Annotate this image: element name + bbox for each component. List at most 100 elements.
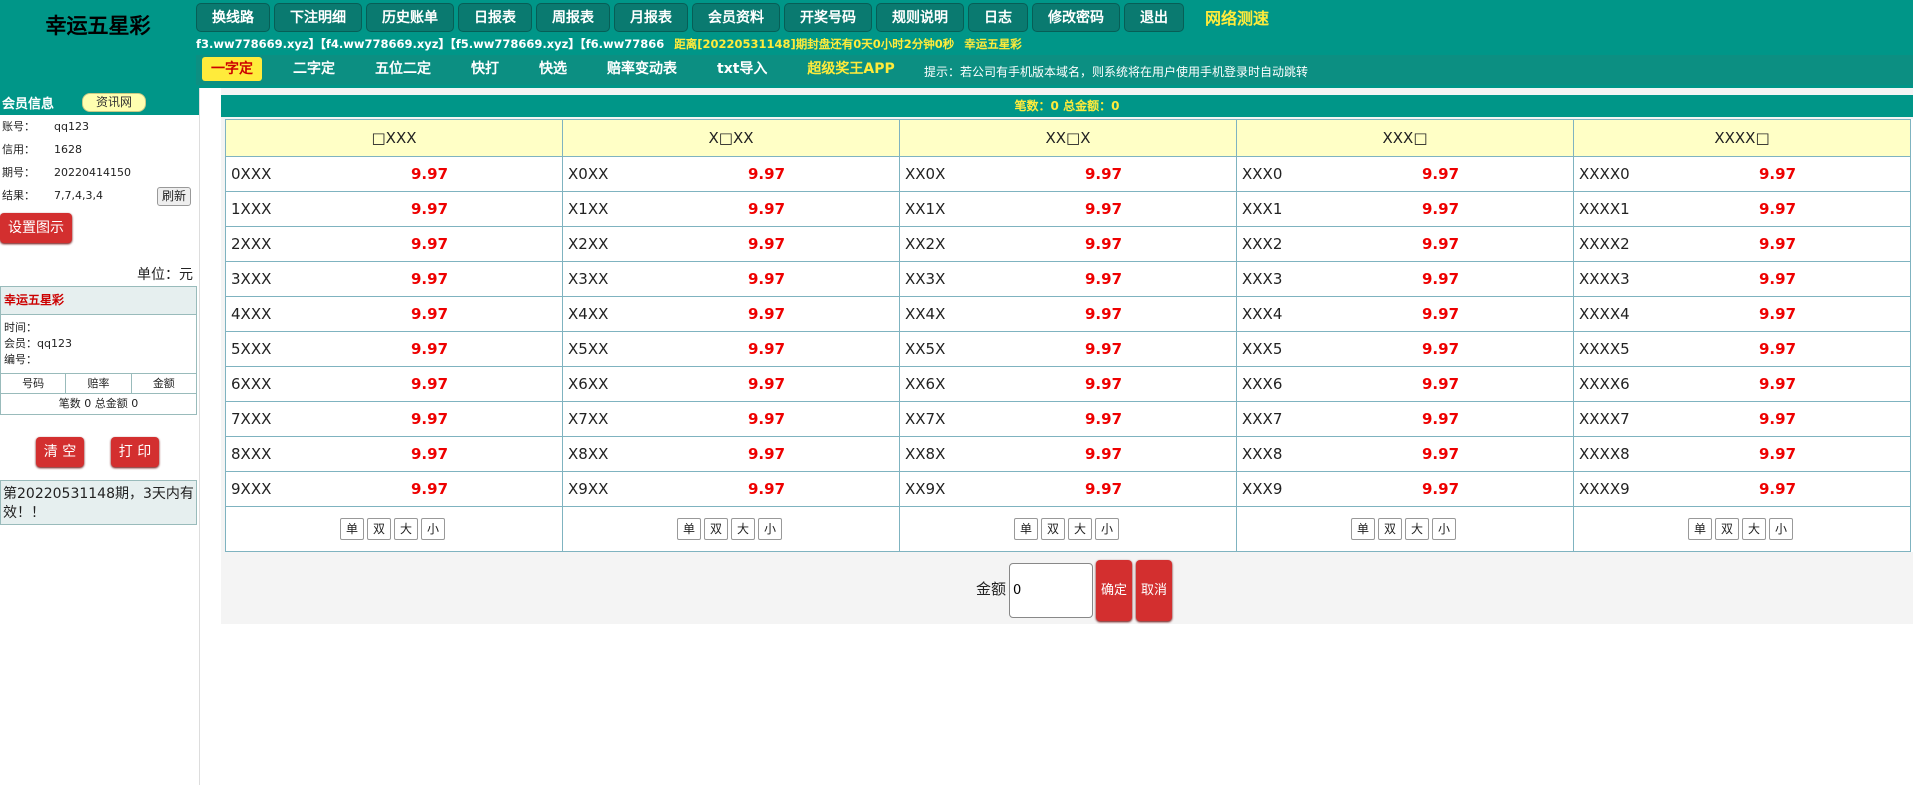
quick-odd-button[interactable]: 单 [677, 518, 701, 540]
bet-cell[interactable]: XXX2 9.97 [1237, 227, 1573, 262]
quick-odd-button[interactable]: 单 [1688, 518, 1712, 540]
bet-cell[interactable]: X8XX 9.97 [563, 437, 899, 472]
quick-small-button[interactable]: 小 [1432, 518, 1456, 540]
refresh-button[interactable]: 刷新 [157, 187, 192, 206]
confirm-button[interactable]: 确定 [1096, 560, 1132, 621]
quick-even-button[interactable]: 双 [1041, 518, 1065, 540]
speed-test-link[interactable]: 网络测速 [1205, 5, 1269, 29]
bet-cell[interactable]: X0XX 9.97 [563, 157, 899, 192]
tab-quick-bet[interactable]: 快打 [462, 57, 508, 81]
print-button[interactable]: 打 印 [111, 437, 159, 467]
bet-cell[interactable]: XXXX3 9.97 [1574, 262, 1910, 297]
bet-cell[interactable]: XXX1 9.97 [1237, 192, 1573, 227]
clear-button[interactable]: 清 空 [36, 437, 84, 467]
bet-cell[interactable]: 2XXX 9.97 [226, 227, 562, 262]
bet-cell[interactable]: 1XXX 9.97 [226, 192, 562, 227]
bet-cell[interactable]: XX4X 9.97 [900, 297, 1236, 332]
bet-cell[interactable]: XXX0 9.97 [1237, 157, 1573, 192]
bet-cell[interactable]: XXXX2 9.97 [1574, 227, 1910, 262]
settings-legend-button[interactable]: 设置图示 [0, 213, 72, 243]
nav-draw-numbers-button[interactable]: 开奖号码 [784, 3, 872, 32]
bet-cell[interactable]: XXXX4 9.97 [1574, 297, 1910, 332]
tab-two-digit[interactable]: 二字定 [284, 57, 344, 81]
tab-one-digit[interactable]: 一字定 [202, 57, 262, 81]
bet-cell[interactable]: XXX9 9.97 [1237, 472, 1573, 507]
nav-history-bill-button[interactable]: 历史账单 [366, 3, 454, 32]
bet-cell[interactable]: XXX7 9.97 [1237, 402, 1573, 437]
bet-cell[interactable]: X5XX 9.97 [563, 332, 899, 367]
bet-cell[interactable]: XX1X 9.97 [900, 192, 1236, 227]
nav-switch-line-button[interactable]: 换线路 [196, 3, 270, 32]
bet-cell[interactable]: XXX4 9.97 [1237, 297, 1573, 332]
bet-cell[interactable]: XXXX7 9.97 [1574, 402, 1910, 437]
bet-cell[interactable]: XX7X 9.97 [900, 402, 1236, 437]
bet-cell[interactable]: 6XXX 9.97 [226, 367, 562, 402]
bet-cell[interactable]: X4XX 9.97 [563, 297, 899, 332]
quick-small-button[interactable]: 小 [1769, 518, 1793, 540]
bet-cell[interactable]: XXXX8 9.97 [1574, 437, 1910, 472]
quick-big-button[interactable]: 大 [1405, 518, 1429, 540]
bet-cell[interactable]: X3XX 9.97 [563, 262, 899, 297]
quick-even-button[interactable]: 双 [704, 518, 728, 540]
bet-cell[interactable]: X9XX 9.97 [563, 472, 899, 507]
quick-odd-button[interactable]: 单 [1351, 518, 1375, 540]
bet-cell[interactable]: XXXX5 9.97 [1574, 332, 1910, 367]
quick-small-button[interactable]: 小 [1095, 518, 1119, 540]
bet-cell[interactable]: XXX5 9.97 [1237, 332, 1573, 367]
nav-weekly-report-button[interactable]: 周报表 [536, 3, 610, 32]
tab-odds-changes[interactable]: 赔率变动表 [598, 57, 686, 81]
bet-cell[interactable]: 4XXX 9.97 [226, 297, 562, 332]
nav-daily-report-button[interactable]: 日报表 [458, 3, 532, 32]
bet-cell[interactable]: XX8X 9.97 [900, 437, 1236, 472]
bet-cell[interactable]: X2XX 9.97 [563, 227, 899, 262]
bet-cell[interactable]: 9XXX 9.97 [226, 472, 562, 507]
amount-input[interactable] [1009, 563, 1093, 618]
cancel-button[interactable]: 取消 [1136, 560, 1172, 621]
quick-big-button[interactable]: 大 [394, 518, 418, 540]
nav-member-profile-button[interactable]: 会员资料 [692, 3, 780, 32]
nav-monthly-report-button[interactable]: 月报表 [614, 3, 688, 32]
quick-odd-button[interactable]: 单 [340, 518, 364, 540]
tab-super-app[interactable]: 超级奖王APP [798, 57, 903, 81]
bet-cell[interactable]: XX2X 9.97 [900, 227, 1236, 262]
info-site-button[interactable]: 资讯网 [82, 93, 147, 112]
quick-small-button[interactable]: 小 [758, 518, 782, 540]
quick-even-button[interactable]: 双 [1378, 518, 1402, 540]
bet-cell[interactable]: XX5X 9.97 [900, 332, 1236, 367]
quick-big-button[interactable]: 大 [731, 518, 755, 540]
nav-log-button[interactable]: 日志 [968, 3, 1028, 32]
nav-rules-button[interactable]: 规则说明 [876, 3, 964, 32]
nav-bet-details-button[interactable]: 下注明细 [274, 3, 362, 32]
bet-cell[interactable]: XX6X 9.97 [900, 367, 1236, 402]
bet-cell[interactable]: XXXX1 9.97 [1574, 192, 1910, 227]
quick-small-button[interactable]: 小 [421, 518, 445, 540]
bet-cell[interactable]: XXXX0 9.97 [1574, 157, 1910, 192]
quick-even-button[interactable]: 双 [1715, 518, 1739, 540]
bet-cell[interactable]: 3XXX 9.97 [226, 262, 562, 297]
quick-big-button[interactable]: 大 [1068, 518, 1092, 540]
bet-cell[interactable]: X7XX 9.97 [563, 402, 899, 437]
bet-cell[interactable]: 0XXX 9.97 [226, 157, 562, 192]
bet-cell[interactable]: XXXX9 9.97 [1574, 472, 1910, 507]
bet-cell[interactable]: 7XXX 9.97 [226, 402, 562, 437]
bet-cell[interactable]: X1XX 9.97 [563, 192, 899, 227]
bet-cell[interactable]: XX3X 9.97 [900, 262, 1236, 297]
tab-txt-import[interactable]: txt导入 [708, 57, 776, 81]
bet-cell[interactable]: X6XX 9.97 [563, 367, 899, 402]
bet-cell[interactable]: XX9X 9.97 [900, 472, 1236, 507]
tab-quick-select[interactable]: 快选 [530, 57, 576, 81]
quick-odd-button[interactable]: 单 [1014, 518, 1038, 540]
quick-even-button[interactable]: 双 [367, 518, 391, 540]
bet-cell[interactable]: XXX3 9.97 [1237, 262, 1573, 297]
bet-cell[interactable]: 8XXX 9.97 [226, 437, 562, 472]
nav-change-password-button[interactable]: 修改密码 [1032, 3, 1120, 32]
bet-cell[interactable]: XXXX6 9.97 [1574, 367, 1910, 402]
tab-five-pos-two[interactable]: 五位二定 [366, 57, 440, 81]
bet-cell[interactable]: 5XXX 9.97 [226, 332, 562, 367]
bet-cell[interactable]: XXX6 9.97 [1237, 367, 1573, 402]
bet-cell[interactable]: XXX8 9.97 [1237, 437, 1573, 472]
quick-big-button[interactable]: 大 [1742, 518, 1766, 540]
nav-logout-button[interactable]: 退出 [1124, 3, 1184, 32]
bet-number: 9XXX [231, 480, 272, 498]
bet-cell[interactable]: XX0X 9.97 [900, 157, 1236, 192]
